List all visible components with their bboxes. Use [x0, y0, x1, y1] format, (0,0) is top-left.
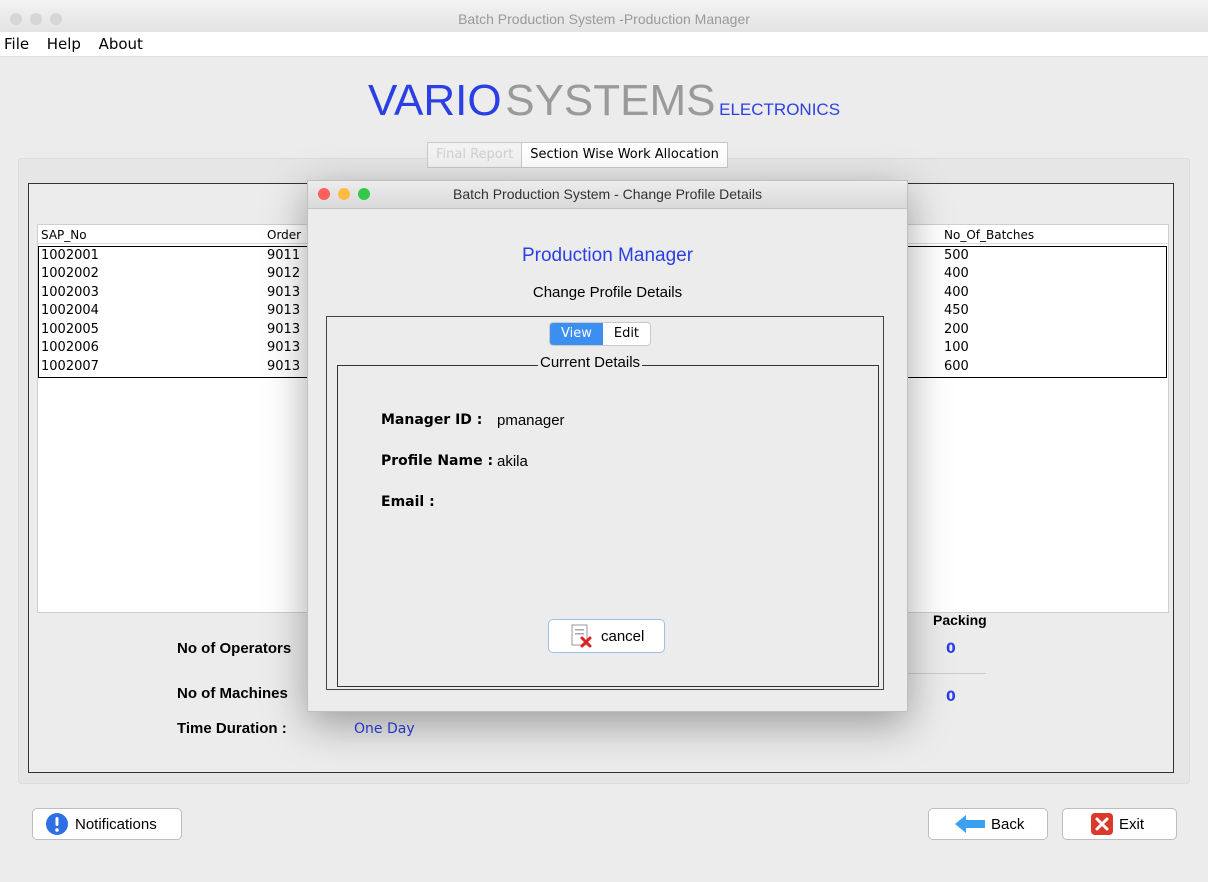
cell-batches: 200: [944, 322, 969, 337]
minimize-window-button[interactable]: [30, 13, 42, 25]
dialog-titlebar: Batch Production System - Change Profile…: [308, 181, 907, 209]
packing-label: Packing: [933, 612, 987, 628]
window-titlebar: Batch Production System -Production Mana…: [0, 0, 1208, 32]
window-title: Batch Production System -Production Mana…: [458, 11, 750, 27]
brand-main: VARIO: [367, 76, 502, 125]
profile-name-label: Profile Name :: [381, 453, 494, 469]
cell-order: 9012: [267, 266, 301, 281]
dialog-subheading: Change Profile Details: [532, 284, 683, 301]
cell-order: 9013: [267, 322, 301, 337]
exit-label: Exit: [1119, 815, 1145, 833]
email-label: Email :: [381, 494, 435, 510]
exit-button[interactable]: Exit: [1062, 808, 1177, 840]
cell-batches: 100: [944, 340, 969, 355]
cell-sap: 1002002: [41, 266, 99, 281]
machines-label: No of Machines: [177, 685, 288, 702]
cell-sap: 1002001: [41, 248, 99, 263]
cancel-button[interactable]: cancel: [548, 619, 665, 653]
operators-label: No of Operators: [177, 640, 292, 657]
dialog-close-button[interactable]: [318, 188, 330, 200]
cell-sap: 1002004: [41, 303, 99, 318]
cell-order: 9013: [267, 303, 301, 318]
arrow-left-icon: [955, 815, 985, 833]
back-label: Back: [991, 815, 1025, 833]
info-icon: [46, 813, 68, 835]
tab-view[interactable]: View: [550, 323, 603, 345]
menu-file[interactable]: File: [4, 32, 29, 56]
packing-operators-value: 0: [946, 641, 956, 657]
time-duration-value: One Day: [354, 721, 415, 737]
cell-sap: 1002003: [41, 285, 99, 300]
tab-section-wise[interactable]: Section Wise Work Allocation: [522, 143, 727, 167]
cell-order: 9011: [267, 248, 301, 263]
divider: [906, 673, 986, 674]
menu-help[interactable]: Help: [47, 32, 81, 56]
current-details-legend: Current Details: [538, 354, 643, 371]
back-button[interactable]: Back: [928, 808, 1048, 840]
brand-second: SYSTEMS: [505, 76, 716, 125]
column-no-of-batches[interactable]: No_Of_Batches: [944, 228, 1034, 242]
time-duration-label: Time Duration :: [177, 720, 287, 737]
dialog-zoom-button[interactable]: [358, 188, 370, 200]
main-tabs: Final Report Section Wise Work Allocatio…: [427, 142, 728, 168]
manager-id-value: pmanager: [497, 412, 565, 429]
menu-about[interactable]: About: [99, 32, 143, 56]
cell-batches: 600: [944, 359, 969, 374]
brand-logo: VARIO SYSTEMS ELECTRONICS: [0, 76, 1208, 126]
close-window-button[interactable]: [10, 13, 22, 25]
profile-tabs: View Edit: [549, 322, 652, 346]
manager-id-label: Manager ID :: [381, 412, 483, 428]
cell-sap: 1002005: [41, 322, 99, 337]
cell-sap: 1002007: [41, 359, 99, 374]
cell-batches: 500: [944, 248, 969, 263]
cancel-document-icon: [571, 624, 592, 648]
cell-sap: 1002006: [41, 340, 99, 355]
change-profile-dialog: Batch Production System - Change Profile…: [307, 180, 908, 712]
cell-order: 9013: [267, 285, 301, 300]
menu-bar: File Help About: [0, 32, 1208, 57]
dialog-minimize-button[interactable]: [338, 188, 350, 200]
notifications-button[interactable]: Notifications: [32, 808, 182, 840]
column-order[interactable]: Order: [267, 228, 301, 242]
cell-batches: 400: [944, 266, 969, 281]
dialog-title: Batch Production System - Change Profile…: [453, 186, 762, 202]
cell-batches: 450: [944, 303, 969, 318]
cell-batches: 400: [944, 285, 969, 300]
profile-name-value: akila: [497, 453, 528, 470]
zoom-window-button[interactable]: [50, 13, 62, 25]
notifications-label: Notifications: [75, 815, 157, 833]
cell-order: 9013: [267, 359, 301, 374]
tab-final-report[interactable]: Final Report: [428, 143, 523, 167]
tab-edit[interactable]: Edit: [603, 323, 650, 345]
cell-order: 9013: [267, 340, 301, 355]
dialog-heading: Production Manager: [521, 245, 694, 266]
column-sap-no[interactable]: SAP_No: [41, 228, 87, 242]
cancel-label: cancel: [601, 627, 645, 645]
packing-machines-value: 0: [946, 689, 956, 705]
close-icon: [1091, 813, 1113, 835]
brand-third: ELECTRONICS: [719, 100, 841, 119]
